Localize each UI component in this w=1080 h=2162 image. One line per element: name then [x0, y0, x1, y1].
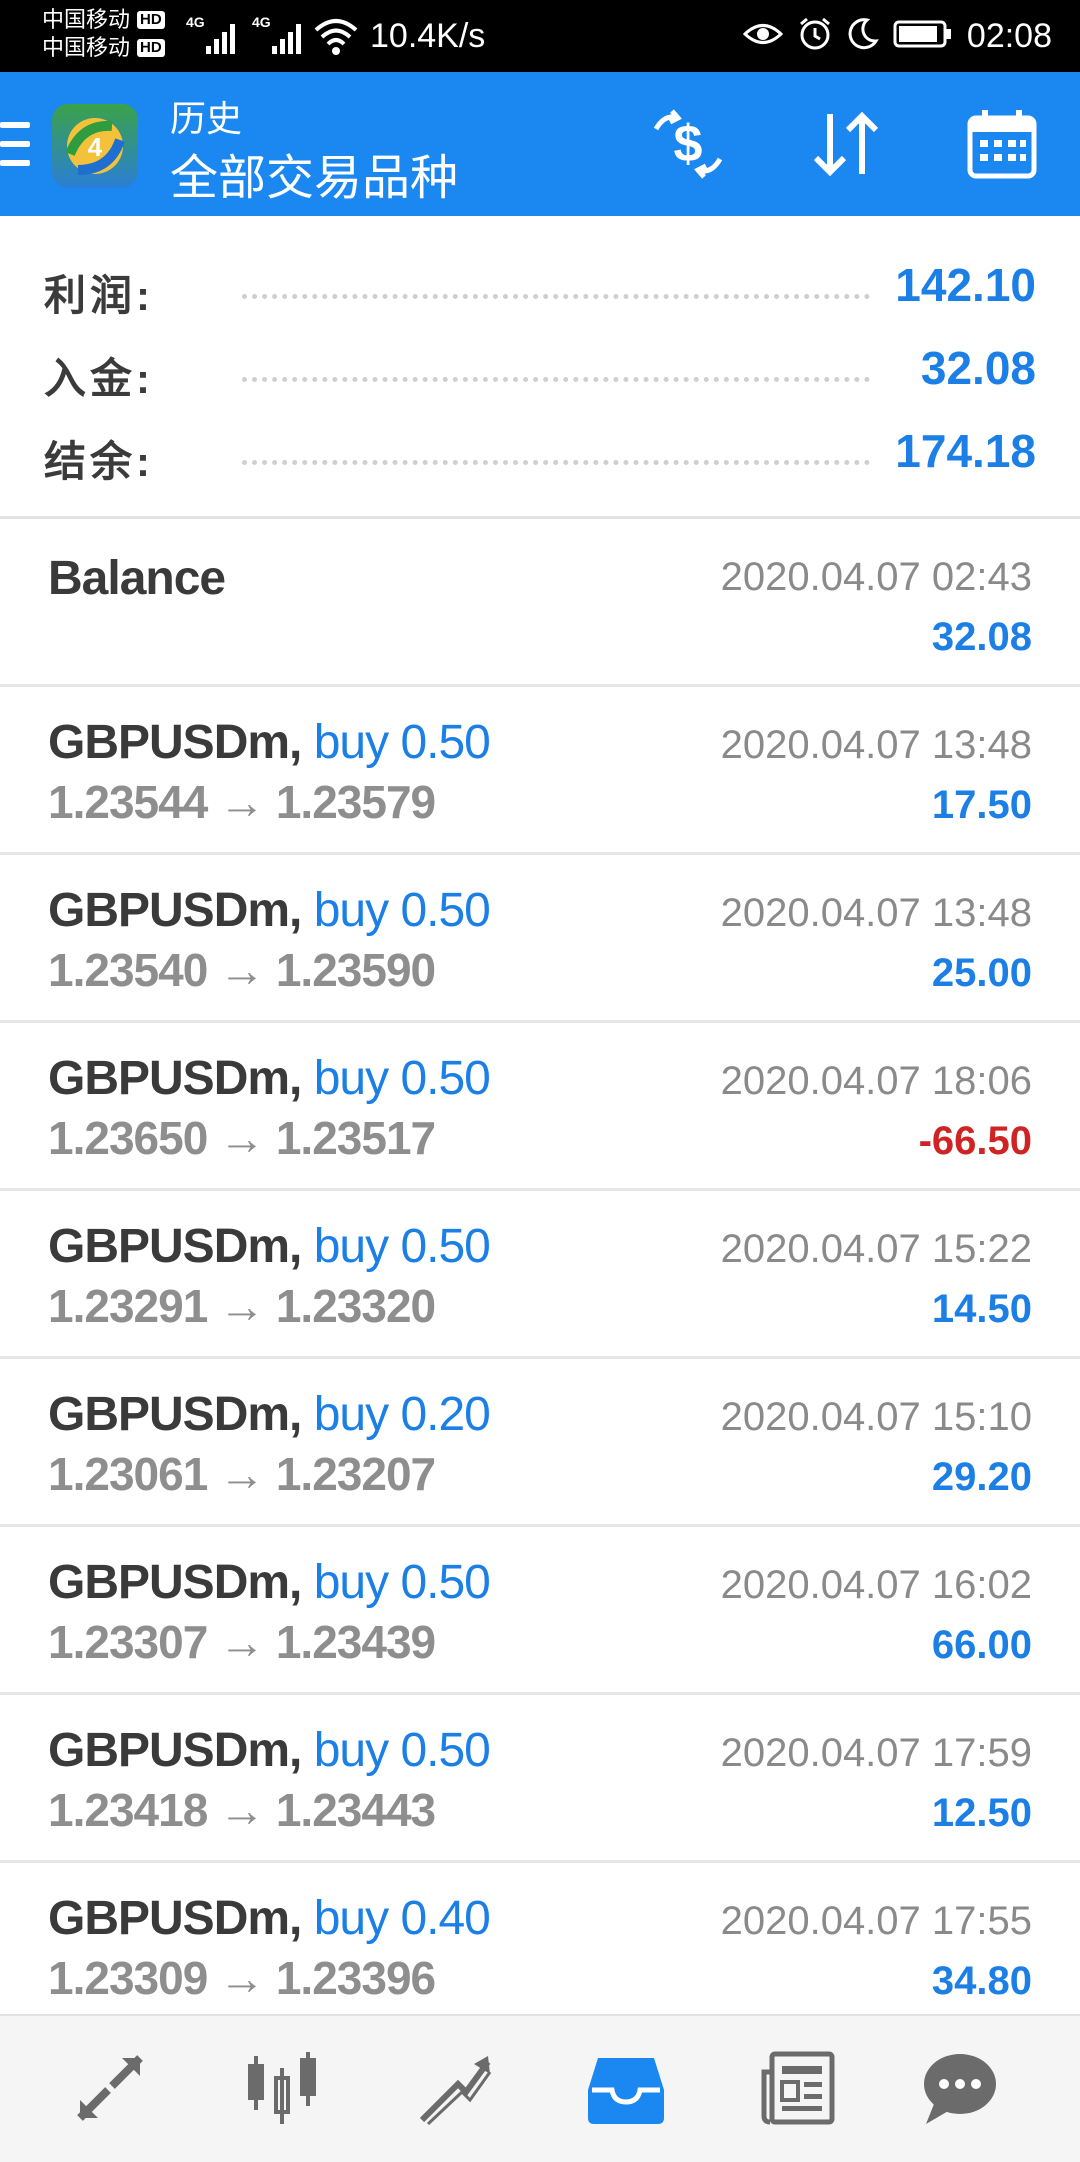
deal-side: buy 0.20 — [313, 1388, 491, 1441]
deal-prices: 1.23540 → 1.23590 — [48, 944, 436, 996]
battery-icon — [893, 19, 953, 54]
deal-time: 2020.04.07 02:43 — [720, 555, 1032, 599]
dotted-leader — [242, 460, 870, 465]
deal-profit: -66.50 — [918, 1119, 1032, 1163]
deal-profit: 17.50 — [931, 783, 1032, 827]
deal-profit: 29.20 — [931, 1455, 1032, 1499]
deal-side: buy 0.50 — [313, 1724, 491, 1777]
hd-badge: HD — [137, 11, 165, 29]
list-item[interactable]: GBPUSDm, buy 0.50 1.23418 → 1.23443 2020… — [0, 1695, 1080, 1863]
symbol-label: GBPUSDm, buy 0.50 — [48, 1556, 491, 1609]
profit-row: 利润: 142.10 — [0, 248, 1080, 330]
chart-icon[interactable] — [232, 2038, 332, 2138]
deal-prices: 1.23309 → 1.23396 — [48, 1952, 436, 2004]
svg-text:4: 4 — [88, 132, 103, 162]
symbol-label: GBPUSDm, buy 0.40 — [48, 1892, 491, 1945]
deal-side: buy 0.50 — [313, 884, 491, 937]
summary-panel: 利润: 142.10 入金: 32.08 结余: 174.18 — [0, 216, 1080, 516]
list-item[interactable]: GBPUSDm, buy 0.40 1.23309 → 1.23396 2020… — [0, 1863, 1080, 2031]
status-bar: 中国移动 HD 中国移动 HD 4G 4G 10.4K/s 02:08 — [0, 0, 1080, 72]
deal-profit: 32.08 — [931, 615, 1032, 659]
eye-icon — [742, 19, 784, 54]
balance-value: 174.18 — [895, 425, 1036, 477]
page-subtitle: 历史 — [170, 98, 243, 139]
deal-time: 2020.04.07 17:59 — [720, 1731, 1032, 1775]
profit-value: 142.10 — [895, 259, 1036, 311]
svg-text:$: $ — [674, 115, 703, 173]
calendar-icon[interactable] — [954, 96, 1050, 192]
symbol-label: GBPUSDm, buy 0.50 — [48, 716, 491, 769]
deal-profit: 34.80 — [931, 1959, 1032, 2003]
list-item[interactable]: GBPUSDm, buy 0.50 1.23540 → 1.23590 2020… — [0, 855, 1080, 1023]
deal-profit: 25.00 — [931, 951, 1032, 995]
deal-time: 2020.04.07 13:48 — [720, 723, 1032, 767]
list-item[interactable]: GBPUSDm, buy 0.50 1.23650 → 1.23517 2020… — [0, 1023, 1080, 1191]
deposit-value: 32.08 — [920, 342, 1036, 394]
history-list: Balance 2020.04.07 02:43 32.08 GBPUSDm, … — [0, 519, 1080, 2031]
menu-icon[interactable] — [0, 122, 30, 166]
wifi-icon — [314, 16, 358, 61]
status-icons: 02:08 — [742, 0, 1052, 72]
quotes-icon[interactable] — [60, 2038, 160, 2138]
symbol-label: GBPUSDm, buy 0.50 — [48, 1724, 491, 1777]
deal-prices: 1.23307 → 1.23439 — [48, 1616, 436, 1668]
profit-label: 利润: — [44, 272, 154, 319]
deal-prices: 1.23650 → 1.23517 — [48, 1112, 436, 1164]
deal-prices: 1.23291 → 1.23320 — [48, 1280, 436, 1332]
trade-icon[interactable] — [404, 2038, 504, 2138]
deal-profit: 14.50 — [931, 1287, 1032, 1331]
net-speed: 10.4K/s — [370, 17, 486, 55]
deal-time: 2020.04.07 15:10 — [720, 1395, 1032, 1439]
dotted-leader — [242, 377, 870, 382]
deal-time: 2020.04.07 13:48 — [720, 891, 1032, 935]
page-title[interactable]: 全部交易品种 — [170, 138, 458, 208]
symbol-label: GBPUSDm, buy 0.50 — [48, 884, 491, 937]
dotted-leader — [242, 294, 870, 299]
deal-time: 2020.04.07 17:55 — [720, 1899, 1032, 1943]
hd-badge: HD — [137, 39, 165, 57]
clock: 02:08 — [966, 16, 1052, 55]
carrier-2-label: 中国移动 — [42, 35, 131, 60]
symbol-label: GBPUSDm, buy 0.50 — [48, 1052, 491, 1105]
alarm-icon — [797, 16, 833, 57]
deal-side: buy 0.50 — [313, 716, 491, 769]
deal-profit: 12.50 — [931, 1791, 1032, 1835]
deal-prices: 1.23544 → 1.23579 — [48, 776, 436, 828]
deal-prices: 1.23418 → 1.23443 — [48, 1784, 436, 1836]
deal-time: 2020.04.07 18:06 — [720, 1059, 1032, 1103]
app-bar: 4 历史 全部交易品种 $ — [0, 72, 1080, 216]
deal-side: buy 0.50 — [313, 1052, 491, 1105]
deal-side: buy 0.50 — [313, 1556, 491, 1609]
chat-icon[interactable] — [910, 2038, 1010, 2138]
list-item[interactable]: GBPUSDm, buy 0.50 1.23291 → 1.23320 2020… — [0, 1191, 1080, 1359]
app-logo[interactable]: 4 — [52, 104, 138, 188]
symbol-label: Balance — [48, 552, 226, 605]
list-item[interactable]: GBPUSDm, buy 0.20 1.23061 → 1.23207 2020… — [0, 1359, 1080, 1527]
news-icon[interactable] — [748, 2038, 848, 2138]
list-item[interactable]: Balance 2020.04.07 02:43 32.08 — [0, 519, 1080, 687]
symbol-label: GBPUSDm, buy 0.20 — [48, 1388, 491, 1441]
deposit-label: 入金: — [44, 355, 154, 402]
deal-time: 2020.04.07 16:02 — [720, 1563, 1032, 1607]
carrier-1-label: 中国移动 — [42, 7, 131, 32]
carrier-info: 中国移动 HD 中国移动 HD — [42, 6, 182, 62]
sort-icon[interactable] — [798, 96, 894, 192]
balance-label: 结余: — [44, 438, 154, 485]
deal-side: buy 0.40 — [313, 1892, 491, 1945]
list-item[interactable]: GBPUSDm, buy 0.50 1.23307 → 1.23439 2020… — [0, 1527, 1080, 1695]
moon-icon — [847, 17, 879, 56]
deal-time: 2020.04.07 15:22 — [720, 1227, 1032, 1271]
currency-exchange-icon[interactable]: $ — [640, 96, 736, 192]
symbol-label: GBPUSDm, buy 0.50 — [48, 1220, 491, 1273]
bottom-navigation — [0, 2014, 1080, 2162]
history-icon[interactable] — [576, 2038, 676, 2138]
deposit-row: 入金: 32.08 — [0, 331, 1080, 413]
deal-prices: 1.23061 → 1.23207 — [48, 1448, 436, 1500]
deal-profit: 66.00 — [931, 1623, 1032, 1667]
balance-row: 结余: 174.18 — [0, 414, 1080, 496]
deal-side: buy 0.50 — [313, 1220, 491, 1273]
list-item[interactable]: GBPUSDm, buy 0.50 1.23544 → 1.23579 2020… — [0, 687, 1080, 855]
